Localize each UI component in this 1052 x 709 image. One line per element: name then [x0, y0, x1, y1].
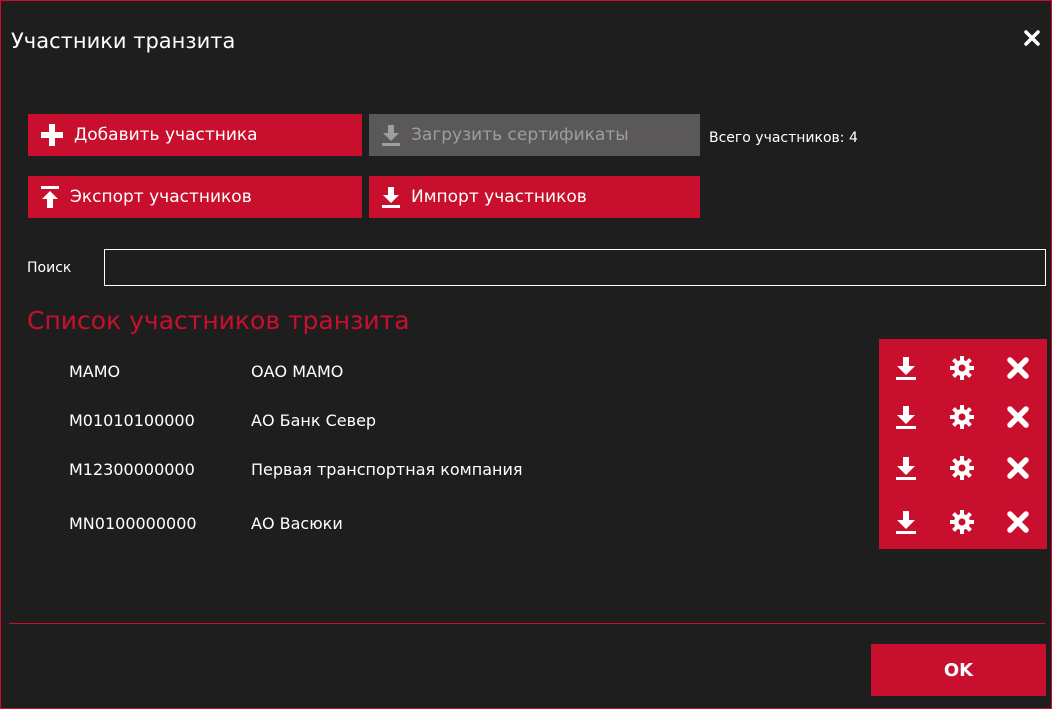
row-actions-panel — [879, 339, 1047, 549]
delete-participant-button[interactable] — [1003, 402, 1033, 432]
download-icon — [896, 406, 916, 429]
download-icon — [896, 511, 916, 534]
participant-code: MN0100000000 — [69, 513, 197, 533]
close-icon — [1007, 357, 1029, 379]
download-icon — [896, 457, 916, 480]
close-icon — [1024, 30, 1040, 46]
delete-participant-button[interactable] — [1003, 453, 1033, 483]
close-dialog-button[interactable] — [1021, 27, 1043, 49]
close-icon — [1007, 406, 1029, 428]
download-icon — [382, 125, 400, 146]
delete-participant-button[interactable] — [1003, 507, 1033, 537]
participant-code: M01010100000 — [69, 410, 195, 430]
import-participants-label: Импорт участников — [411, 187, 587, 207]
download-icon — [382, 187, 400, 208]
gear-icon — [950, 456, 974, 480]
search-label: Поиск — [27, 260, 72, 276]
close-icon — [1007, 457, 1029, 479]
participant-name: ОАО МАМО — [251, 361, 344, 381]
close-icon — [1007, 511, 1029, 533]
participant-code: M12300000000 — [69, 459, 195, 479]
dialog-title: Участники транзита — [11, 29, 236, 53]
import-participants-button[interactable]: Импорт участников — [369, 176, 700, 218]
settings-button[interactable] — [947, 507, 977, 537]
export-participants-label: Экспорт участников — [70, 187, 252, 207]
list-item[interactable]: MAMO ОАО МАМО — [69, 356, 869, 386]
gear-icon — [950, 356, 974, 380]
footer-divider — [9, 623, 1045, 624]
load-certificates-button[interactable]: Загрузить сертификаты — [369, 114, 700, 156]
delete-participant-button[interactable] — [1003, 353, 1033, 383]
participant-name: Первая транспортная компания — [251, 459, 523, 479]
export-participants-button[interactable]: Экспорт участников — [28, 176, 362, 218]
list-item[interactable]: M12300000000 Первая транспортная компани… — [69, 454, 869, 484]
settings-button[interactable] — [947, 402, 977, 432]
add-participant-button[interactable]: Добавить участника — [28, 114, 362, 156]
add-participant-label: Добавить участника — [74, 125, 258, 145]
load-certificates-label: Загрузить сертификаты — [411, 125, 629, 145]
gear-icon — [950, 405, 974, 429]
list-item[interactable]: M01010100000 АО Банк Север — [69, 405, 869, 435]
download-certificate-button[interactable] — [891, 453, 921, 483]
transit-participants-dialog: Участники транзита Добавить участника За… — [0, 0, 1052, 709]
download-certificate-button[interactable] — [891, 402, 921, 432]
participant-name: АО Васюки — [251, 513, 343, 533]
settings-button[interactable] — [947, 353, 977, 383]
download-icon — [896, 357, 916, 380]
participant-name: АО Банк Север — [251, 410, 377, 430]
participant-code: MAMO — [69, 361, 121, 381]
ok-label: OK — [943, 659, 974, 681]
list-title: Список участников транзита — [27, 306, 410, 335]
search-input[interactable] — [104, 249, 1046, 286]
download-certificate-button[interactable] — [891, 353, 921, 383]
plus-icon — [41, 124, 63, 146]
participants-count: Всего участников: 4 — [709, 130, 858, 146]
list-item[interactable]: MN0100000000 АО Васюки — [69, 508, 869, 538]
download-certificate-button[interactable] — [891, 507, 921, 537]
gear-icon — [950, 510, 974, 534]
upload-icon — [41, 186, 59, 208]
settings-button[interactable] — [947, 453, 977, 483]
ok-button[interactable]: OK — [871, 644, 1046, 696]
